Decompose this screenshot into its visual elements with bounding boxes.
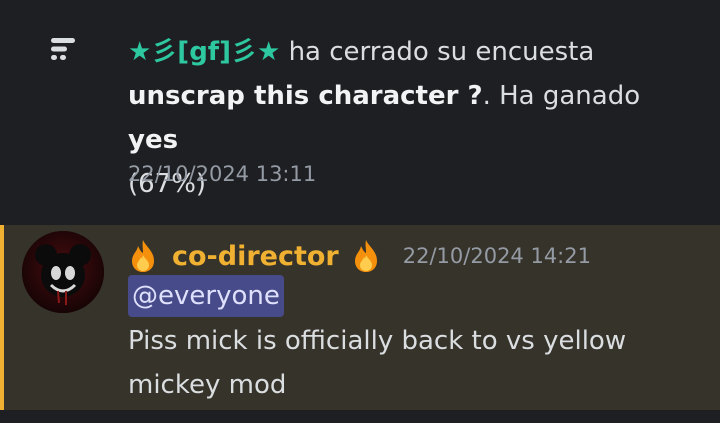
- author-name[interactable]: co-director: [172, 241, 339, 272]
- mention-message: co-director 22/10/2024 14:21 @everyone P…: [0, 225, 720, 410]
- author-line: co-director 22/10/2024 14:21: [128, 235, 591, 277]
- divider: [0, 410, 720, 423]
- mention-highlight-bar: [0, 225, 4, 410]
- poll-closed-message: ★彡[gf]彡★ ha cerrado su encuesta unscrap …: [0, 0, 720, 225]
- poll-icon: [51, 38, 75, 60]
- message-timestamp[interactable]: 22/10/2024 14:21: [403, 244, 591, 268]
- message-body: Piss mick is officially back to vs yello…: [128, 326, 627, 400]
- fire-icon: [132, 240, 154, 272]
- poll-winner: yes: [128, 125, 179, 155]
- everyone-mention[interactable]: @everyone: [128, 275, 284, 317]
- poll-question[interactable]: unscrap this character ?: [128, 81, 483, 111]
- poll-result-prefix: . Ha ganado: [482, 81, 641, 111]
- fire-icon: [354, 240, 377, 272]
- avatar[interactable]: [22, 231, 104, 313]
- poll-action-text: ha cerrado su encuesta: [280, 37, 595, 67]
- poll-timestamp[interactable]: 22/10/2024 13:11: [128, 162, 316, 186]
- poll-username[interactable]: ★彡[gf]彡★: [128, 37, 280, 67]
